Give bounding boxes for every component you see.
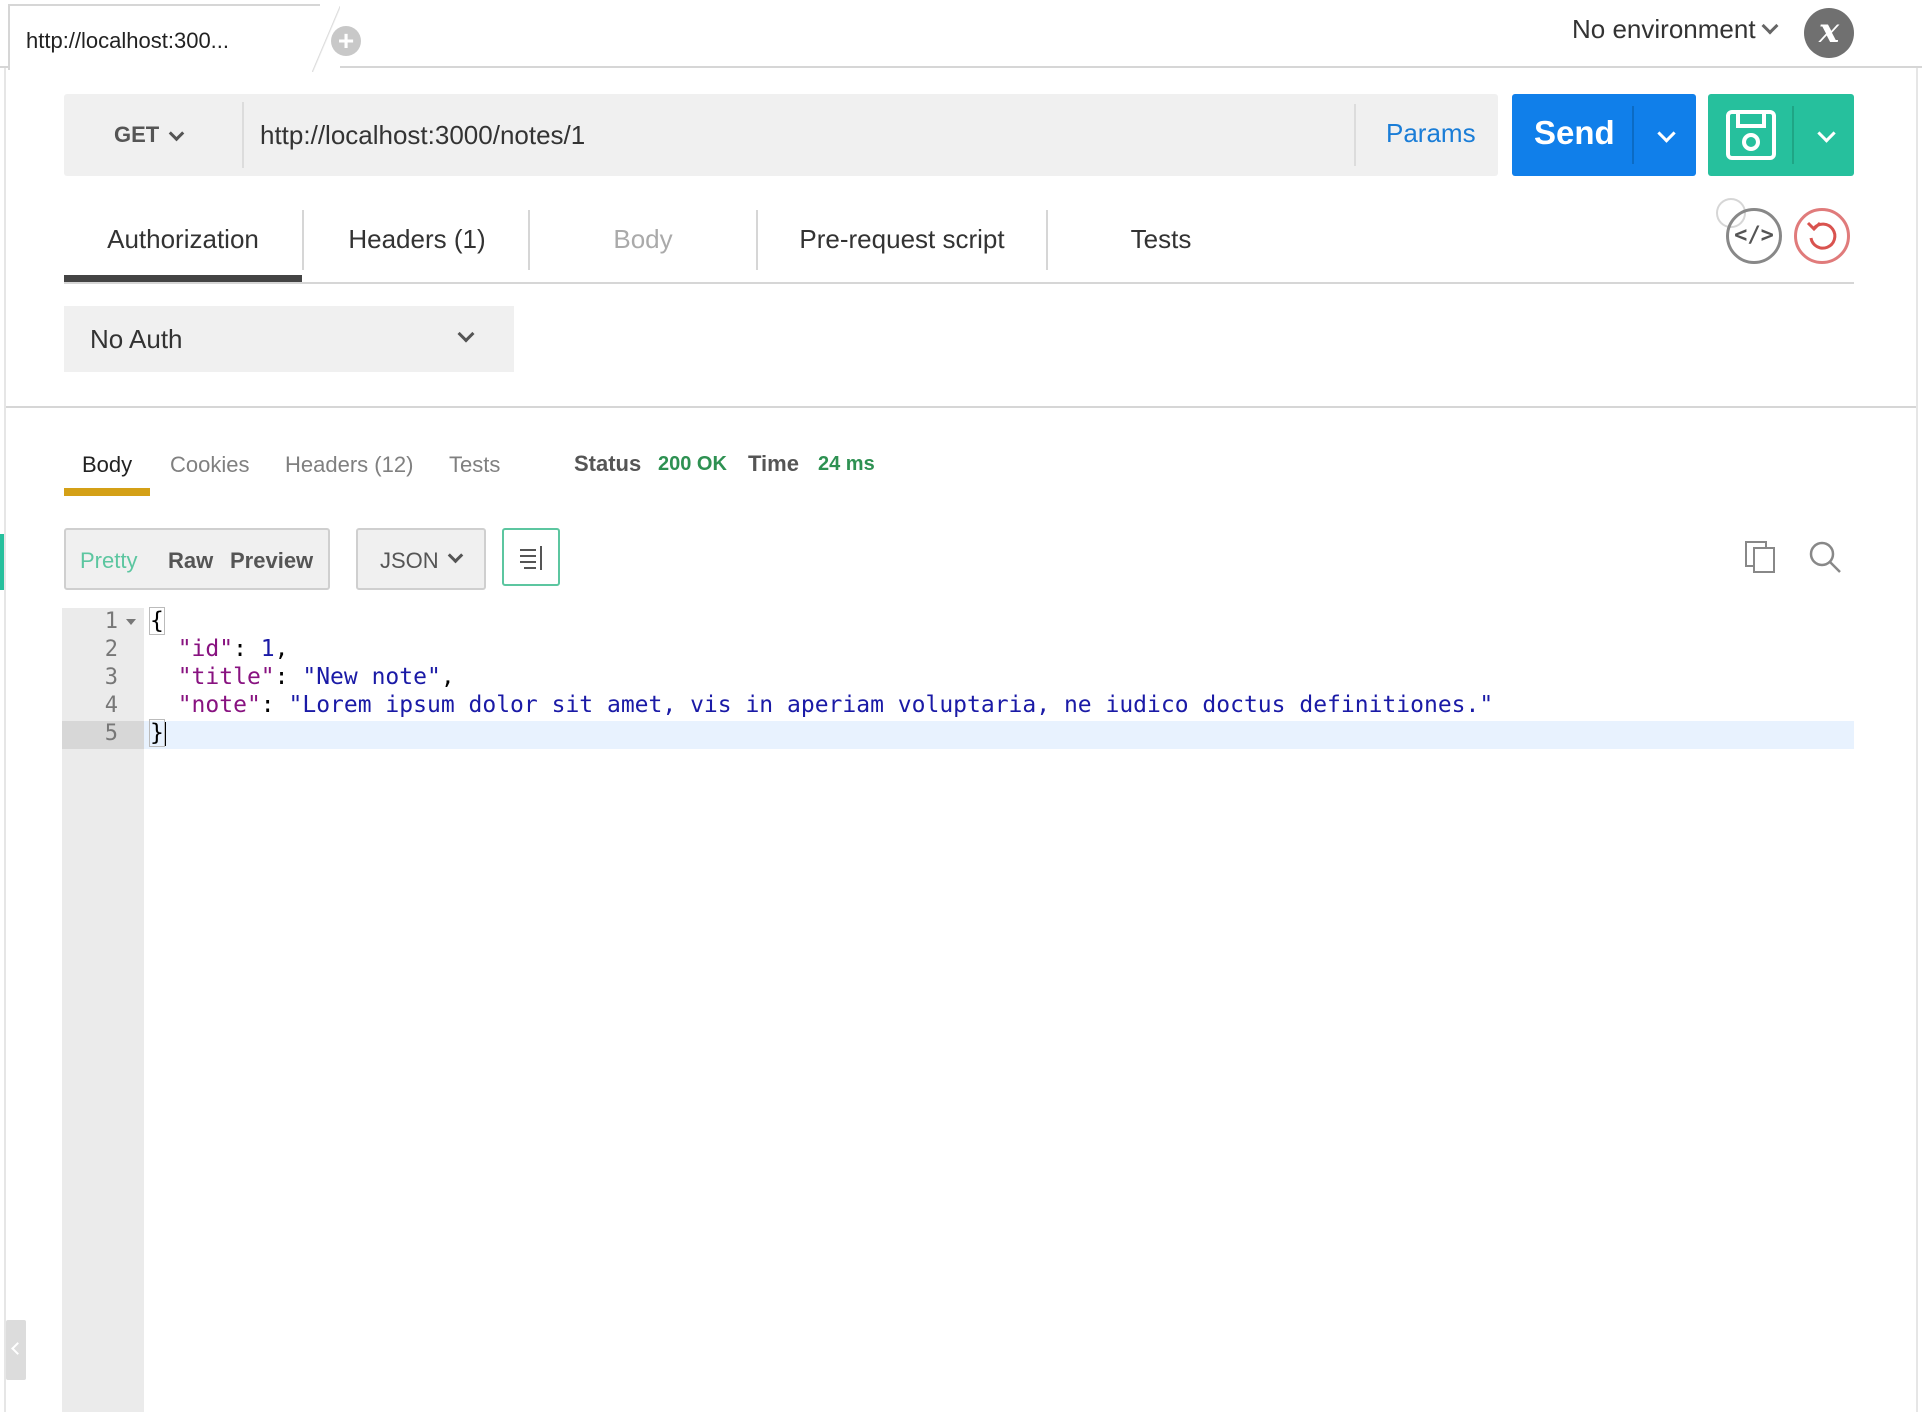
response-tab-tests[interactable]: Tests (449, 452, 500, 478)
request-tab[interactable]: http://localhost:300... (8, 4, 340, 72)
time-value: 24 ms (818, 453, 875, 475)
tab-headers[interactable]: Headers (1) (304, 206, 530, 282)
collapse-sidebar-handle[interactable] (6, 1320, 26, 1380)
pretty-button[interactable]: Pretty (80, 548, 137, 574)
line-number: 2 (104, 637, 118, 662)
method-label: GET (114, 122, 160, 147)
save-icon (1726, 110, 1776, 160)
response-tab-body[interactable]: Body (82, 452, 132, 478)
wrap-lines-button[interactable] (502, 528, 560, 586)
open-brace: { (149, 607, 165, 635)
code-line[interactable]: "id": 1, (150, 636, 289, 662)
send-button[interactable]: Send (1512, 94, 1696, 176)
response-tab-headers[interactable]: Headers (12) (285, 452, 413, 478)
request-tabs: Authorization Headers (1) Body Pre-reque… (64, 206, 1854, 284)
text-cursor (163, 721, 166, 746)
active-tab-underline (64, 488, 150, 496)
raw-button[interactable]: Raw (168, 548, 213, 574)
language-label: JSON (380, 548, 439, 573)
send-options-chevron-icon[interactable] (1657, 124, 1676, 143)
code-line[interactable]: } (149, 719, 166, 747)
response-format-group: Pretty Raw Preview (64, 528, 330, 590)
line-number: 1 (104, 609, 118, 634)
auth-type-select[interactable]: No Auth (64, 306, 514, 372)
fold-arrow-icon[interactable] (126, 619, 136, 625)
url-bar: GET Params (64, 94, 1498, 176)
line-number: 5 (104, 721, 118, 746)
url-input[interactable] (260, 94, 1410, 176)
chevron-down-icon (168, 125, 185, 142)
tab-body[interactable]: Body (530, 206, 756, 282)
wrap-lines-icon (520, 546, 542, 570)
plus-circle-icon[interactable]: + (331, 26, 361, 56)
preview-button[interactable]: Preview (230, 548, 313, 574)
chevron-down-icon (1761, 17, 1779, 35)
method-select[interactable]: GET (64, 94, 242, 176)
code-line[interactable]: "note": "Lorem ipsum dolor sit amet, vis… (150, 692, 1494, 718)
time-label: Time (748, 451, 799, 476)
language-select[interactable]: JSON (356, 528, 486, 590)
left-border (4, 68, 6, 1412)
divider (1792, 106, 1794, 164)
line-number: 4 (104, 693, 118, 718)
right-border (1916, 68, 1918, 1412)
divider (242, 102, 244, 168)
json-key: "title" (177, 664, 275, 690)
divider (1354, 104, 1356, 166)
environment-select[interactable]: No environment (1572, 14, 1779, 45)
save-options-chevron-icon[interactable] (1817, 124, 1836, 143)
chevron-down-icon (457, 325, 475, 343)
json-key: "note" (177, 692, 261, 718)
request-tab-title: http://localhost:300... (26, 28, 230, 53)
line-number: 3 (104, 665, 118, 690)
json-key: "id" (177, 636, 234, 662)
save-button[interactable] (1708, 94, 1854, 176)
auth-type-label: No Auth (90, 324, 183, 354)
params-button[interactable]: Params (1386, 118, 1476, 149)
tab-authorization[interactable]: Authorization (64, 206, 302, 282)
search-icon[interactable] (1808, 540, 1842, 574)
reset-icon[interactable] (1794, 208, 1850, 264)
copy-icon[interactable] (1744, 540, 1778, 574)
status-label: Status (574, 451, 642, 476)
environment-label: No environment (1572, 14, 1756, 44)
section-divider (6, 406, 1916, 408)
close-brace: } (149, 719, 165, 747)
json-value: "Lorem ipsum dolor sit amet, vis in aper… (288, 692, 1494, 718)
status-value: 200 OK (658, 453, 727, 475)
json-value: "New note" (302, 664, 441, 690)
tab-tests[interactable]: Tests (1048, 206, 1274, 282)
json-value: 1 (260, 636, 275, 662)
send-label: Send (1534, 114, 1615, 151)
tab-pre-request-script[interactable]: Pre-request script (758, 206, 1046, 282)
tab-bar: http://localhost:300... + No environment… (0, 0, 1922, 72)
active-line-highlight (62, 721, 1854, 749)
code-snippet-icon[interactable]: </> (1726, 208, 1782, 264)
response-tab-cookies[interactable]: Cookies (170, 452, 249, 478)
divider (1632, 106, 1634, 164)
chevron-down-icon (447, 547, 464, 564)
sidebar-accent (0, 534, 4, 590)
app-logo[interactable]: x (1804, 8, 1854, 58)
code-line[interactable]: { (149, 607, 165, 635)
code-line[interactable]: "title": "New note", (150, 664, 455, 690)
